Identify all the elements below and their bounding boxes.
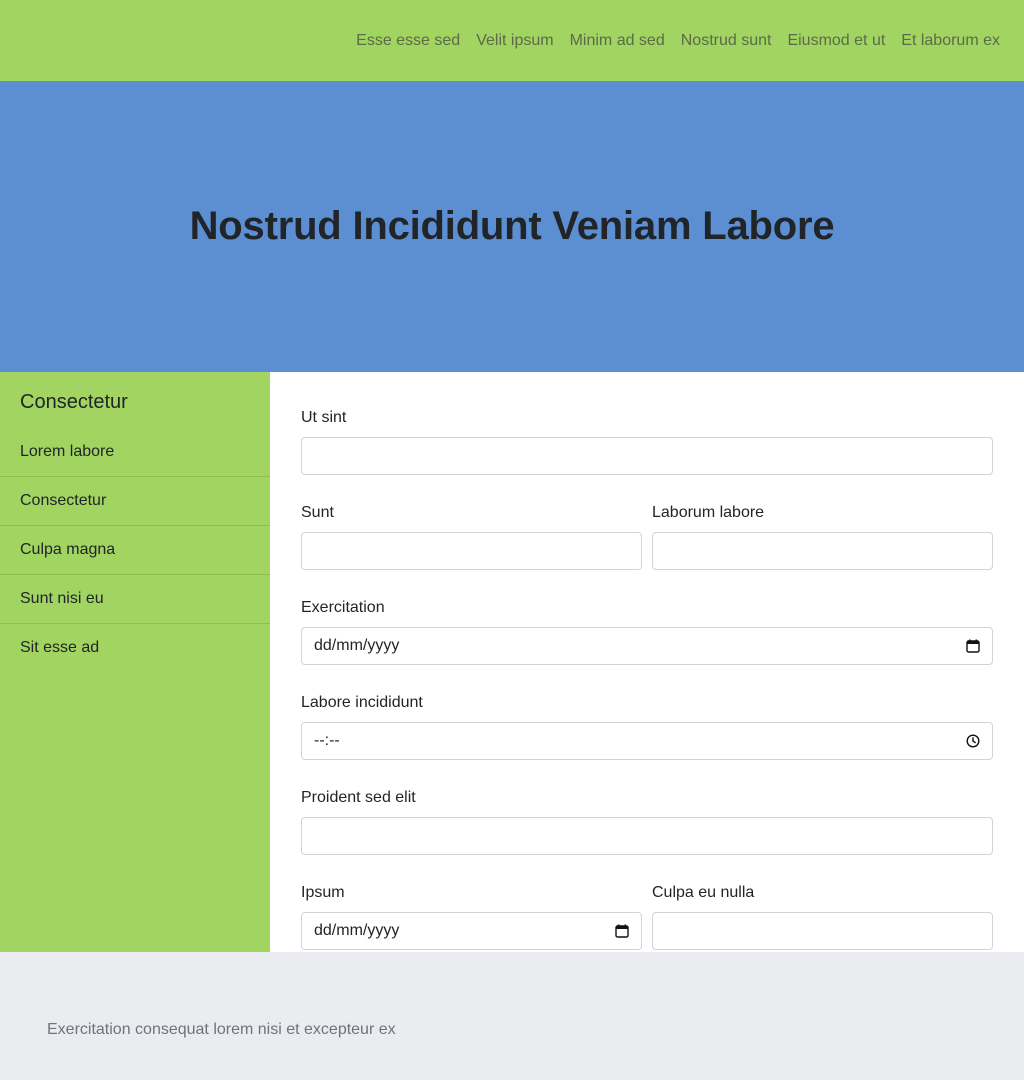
row-ipsum-culpa: Ipsum dd/mm/yyyy Culpa eu nulla	[301, 883, 993, 950]
sidebar-item-2[interactable]: Consectetur	[0, 477, 270, 526]
ut-sint-input[interactable]	[301, 437, 993, 475]
culpa-label: Culpa eu nulla	[652, 884, 755, 901]
sunt-label: Sunt	[301, 504, 334, 521]
form-content: Ut sint Sunt Laborum labore Exercitation…	[270, 372, 1024, 952]
ipsum-label: Ipsum	[301, 884, 345, 901]
sunt-field: Sunt	[301, 503, 642, 570]
footer: Exercitation consequat lorem nisi et exc…	[0, 952, 1024, 1080]
calendar-icon[interactable]	[615, 924, 629, 938]
nav-link-6[interactable]: Et laborum ex	[893, 31, 1008, 51]
labore-incididunt-time-input[interactable]: --:--	[301, 722, 993, 760]
sidebar-item-3[interactable]: Culpa magna	[0, 526, 270, 575]
laborum-labore-field: Laborum labore	[652, 503, 993, 570]
exercitation-placeholder: dd/mm/yyyy	[314, 637, 400, 654]
labore-incididunt-placeholder: --:--	[314, 732, 340, 749]
proident-label: Proident sed elit	[301, 789, 416, 806]
clock-icon[interactable]	[966, 734, 980, 748]
top-navigation: Esse esse sed Velit ipsum Minim ad sed N…	[0, 0, 1024, 81]
labore-incididunt-label: Labore incididunt	[301, 694, 423, 711]
proident-field: Proident sed elit	[301, 788, 993, 855]
nav-link-1[interactable]: Esse esse sed	[348, 31, 468, 51]
calendar-icon[interactable]	[966, 639, 980, 653]
laborum-labore-input[interactable]	[652, 532, 993, 570]
culpa-field: Culpa eu nulla	[652, 883, 993, 950]
proident-input[interactable]	[301, 817, 993, 855]
sunt-input[interactable]	[301, 532, 642, 570]
laborum-labore-label: Laborum labore	[652, 504, 765, 521]
ut-sint-label: Ut sint	[301, 409, 347, 426]
sidebar: Consectetur Lorem labore Consectetur Cul…	[0, 372, 270, 952]
main-area: Consectetur Lorem labore Consectetur Cul…	[0, 372, 1024, 952]
sidebar-heading: Consectetur	[20, 391, 128, 413]
nav-link-2[interactable]: Velit ipsum	[468, 31, 561, 51]
exercitation-date-input[interactable]: dd/mm/yyyy	[301, 627, 993, 665]
exercitation-label: Exercitation	[301, 599, 385, 616]
sidebar-list: Lorem labore Consectetur Culpa magna Sun…	[0, 428, 270, 673]
exercitation-field: Exercitation dd/mm/yyyy	[301, 598, 993, 665]
sidebar-item-4[interactable]: Sunt nisi eu	[0, 575, 270, 624]
ipsum-date-input[interactable]: dd/mm/yyyy	[301, 912, 642, 950]
nav-link-5[interactable]: Eiusmod et ut	[779, 31, 893, 51]
nav-link-3[interactable]: Minim ad sed	[562, 31, 673, 51]
ipsum-placeholder: dd/mm/yyyy	[314, 922, 400, 939]
sidebar-item-5[interactable]: Sit esse ad	[0, 624, 270, 673]
sidebar-item-1[interactable]: Lorem labore	[0, 428, 270, 477]
footer-text: Exercitation consequat lorem nisi et exc…	[47, 1021, 396, 1038]
hero-banner: Nostrud Incididunt Veniam Labore	[0, 81, 1024, 372]
culpa-input[interactable]	[652, 912, 993, 950]
ipsum-field: Ipsum dd/mm/yyyy	[301, 883, 642, 950]
row-sunt-laborum: Sunt Laborum labore	[301, 503, 993, 570]
ut-sint-field: Ut sint	[301, 408, 993, 475]
hero-title: Nostrud Incididunt Veniam Labore	[189, 204, 835, 248]
nav-link-4[interactable]: Nostrud sunt	[673, 31, 780, 51]
labore-incididunt-field: Labore incididunt --:--	[301, 693, 993, 760]
